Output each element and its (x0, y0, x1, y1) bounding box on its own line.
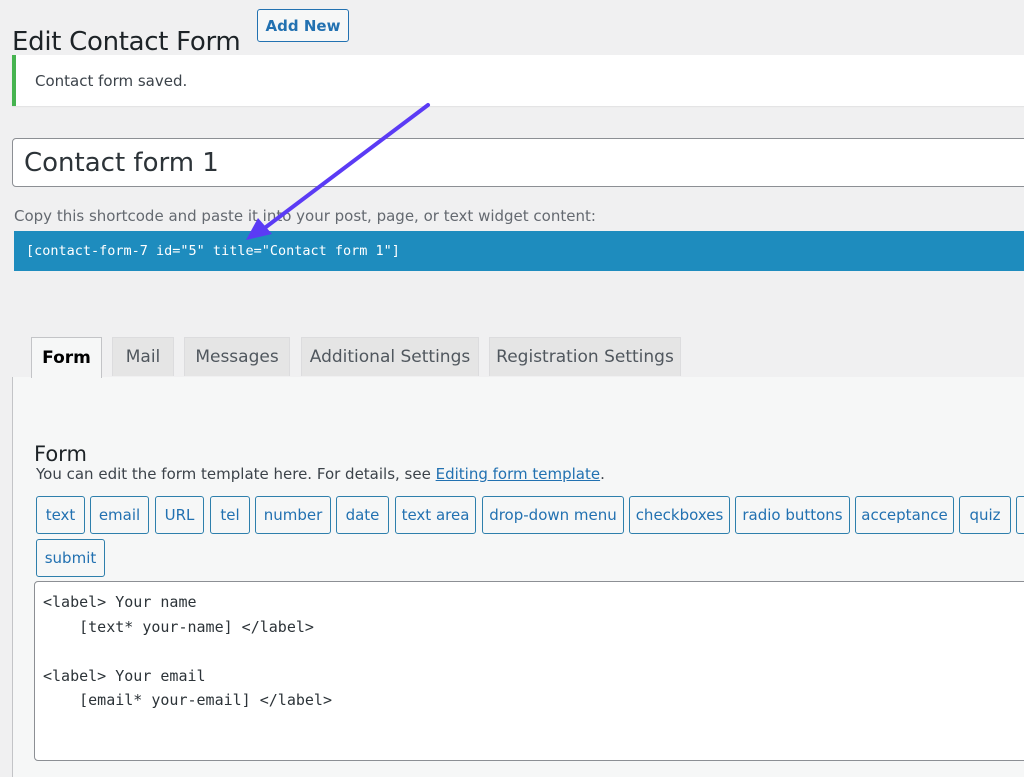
page-title: Edit Contact Form (12, 27, 241, 58)
tag-dropdown-button[interactable]: drop-down menu (482, 496, 624, 534)
editor-line: <label> Your name (43, 593, 197, 611)
shortcode-field[interactable]: [contact-form-7 id="5" title="Contact fo… (14, 231, 1024, 271)
tag-checkboxes-button[interactable]: checkboxes (629, 496, 730, 534)
shortcode-label: Copy this shortcode and paste it into yo… (14, 207, 596, 225)
notice-message: Contact form saved. (35, 71, 188, 90)
tab-registration-settings[interactable]: Registration Settings (489, 337, 681, 376)
form-template-editor[interactable]: <label> Your name [text* your-name] </la… (34, 581, 1024, 761)
tag-email-button[interactable]: email (90, 496, 149, 534)
tag-radio-buttons-button[interactable]: radio buttons (735, 496, 850, 534)
editor-line: ​ (43, 639, 1024, 664)
tag-url-button[interactable]: URL (155, 496, 204, 534)
tag-number-button[interactable]: number (255, 496, 331, 534)
tag-acceptance-button[interactable]: acceptance (855, 496, 954, 534)
panel-heading: Form (34, 442, 87, 467)
description-text: You can edit the form template here. For… (36, 465, 436, 483)
add-new-button[interactable]: Add New (257, 9, 349, 42)
tag-tel-button[interactable]: tel (210, 496, 250, 534)
tag-textarea-button[interactable]: text area (395, 496, 476, 534)
form-title-input[interactable]: Contact form 1 (12, 138, 1024, 187)
tag-submit-button[interactable]: submit (36, 539, 105, 577)
editor-line: <label> Your email (43, 666, 206, 685)
tab-messages[interactable]: Messages (184, 337, 290, 376)
form-title-value: Contact form 1 (24, 147, 219, 178)
tab-form[interactable]: Form (31, 337, 102, 378)
tab-mail[interactable]: Mail (112, 337, 174, 376)
editor-line: [text* your-name] </label> (43, 617, 314, 636)
editing-form-template-link[interactable]: Editing form template (436, 465, 600, 483)
tag-date-button[interactable]: date (336, 496, 389, 534)
tag-more-button[interactable]: ​ (1016, 496, 1024, 534)
description-end: . (600, 465, 605, 483)
editor-line: [email* your-email] </label> (43, 691, 332, 709)
shortcode-value: [contact-form-7 id="5" title="Contact fo… (26, 243, 400, 259)
success-notice: Contact form saved. (12, 55, 1024, 106)
panel-description: You can edit the form template here. For… (36, 465, 605, 483)
tag-quiz-button[interactable]: quiz (959, 496, 1011, 534)
tab-additional-settings[interactable]: Additional Settings (301, 337, 479, 376)
tag-text-button[interactable]: text (36, 496, 85, 534)
tab-bar: Form Mail Messages Additional Settings R… (12, 337, 1024, 378)
